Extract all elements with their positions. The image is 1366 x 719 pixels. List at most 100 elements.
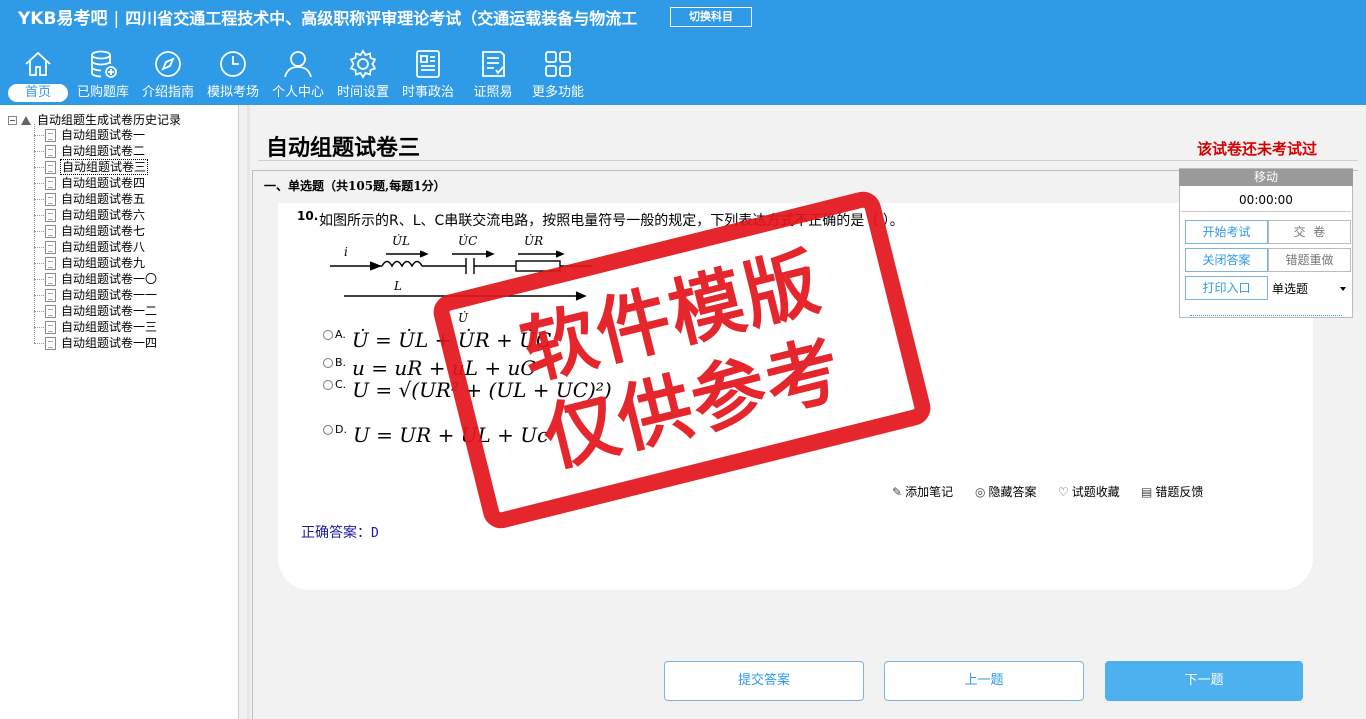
submit-paper-button[interactable]: 交 卷 <box>1268 220 1351 244</box>
question-type-value: 单选题 <box>1272 282 1309 296</box>
tree-item[interactable]: 自动组题试卷五 <box>34 191 146 207</box>
tree-item[interactable]: 自动组题试卷一三 <box>34 319 158 335</box>
tree-item[interactable]: 自动组题试卷九 <box>34 255 146 271</box>
figure-uc-label: U̇C <box>458 233 477 248</box>
tree-item[interactable]: 自动组题试卷六 <box>34 207 146 223</box>
chevron-down-icon <box>1340 287 1346 291</box>
tree-item[interactable]: 自动组题试卷八 <box>34 239 146 255</box>
nav-time-settings-label: 时间设置 <box>336 85 389 100</box>
grid-icon <box>545 51 571 77</box>
redo-wrong-button[interactable]: 错题重做 <box>1268 248 1351 272</box>
tree-connector <box>34 343 44 344</box>
pencil-icon: ✎ <box>892 485 903 499</box>
figure-ul-label: U̇L <box>392 233 410 248</box>
document-icon <box>45 321 56 334</box>
document-icon <box>45 337 56 350</box>
tree-item[interactable]: 自动组题试卷一〇 <box>34 271 158 287</box>
exam-title: 四川省交通工程技术中、高级职称评审理论考试（交通运载装备与物流工 <box>125 9 638 28</box>
nav-mock-exam-label: 模拟考场 <box>206 85 259 100</box>
document-icon <box>45 241 56 254</box>
report-icon: ▤ <box>1141 485 1153 499</box>
nav-personal-center[interactable]: 个人中心 <box>270 48 326 104</box>
option-key: C. <box>335 378 347 391</box>
tree-item[interactable]: 自动组题试卷一一 <box>34 287 158 303</box>
option-radio[interactable] <box>323 425 333 435</box>
document-icon <box>45 193 56 206</box>
correct-answer-label: 正确答案： <box>301 525 371 541</box>
document-icon <box>45 289 56 302</box>
nav-current-affairs-label: 时事政治 <box>401 85 454 100</box>
gear-icon <box>349 49 377 79</box>
certificate-icon <box>482 51 505 77</box>
submit-answer-button[interactable]: 提交答案 <box>664 661 864 701</box>
document-icon <box>45 177 56 190</box>
print-button[interactable]: 打印入口 <box>1185 276 1268 300</box>
tree-connector <box>34 183 44 184</box>
add-note-button[interactable]: ✎ 添加笔记 <box>892 483 953 500</box>
next-question-button[interactable]: 下一题 <box>1105 661 1303 701</box>
tree-connector <box>34 199 44 200</box>
document-icon <box>45 273 56 286</box>
favorite-button[interactable]: ♡ 试题收藏 <box>1058 483 1120 500</box>
option-radio[interactable] <box>323 330 333 340</box>
tree-item-label: 自动组题试卷四 <box>61 176 146 190</box>
correct-answer-value: D <box>371 526 379 541</box>
figure-l-label: L <box>393 279 402 293</box>
nav-certificate[interactable]: 证照易 <box>470 48 516 104</box>
tree-item[interactable]: 自动组题试卷四 <box>34 175 146 191</box>
tree-item-label: 自动组题试卷一〇 <box>61 272 158 286</box>
option-key: A. <box>335 328 346 341</box>
tree-item-label: 自动组题试卷一 <box>61 128 146 142</box>
nav-purchased-bank-label: 已购题库 <box>76 85 129 100</box>
document-icon <box>45 305 56 318</box>
widget-resize-handle[interactable] <box>1190 312 1342 316</box>
paper-title: 自动组题试卷三 <box>266 135 421 161</box>
nav-guide[interactable]: 介绍指南 <box>140 48 196 104</box>
option-radio[interactable] <box>323 358 333 368</box>
tree-connector <box>34 279 44 280</box>
tree-item[interactable]: 自动组题试卷一 <box>34 127 146 143</box>
tree-item-label: 自动组题试卷五 <box>61 192 146 206</box>
nav-mock-exam[interactable]: 模拟考场 <box>205 48 261 104</box>
eye-off-icon: ◎ <box>975 485 986 499</box>
tree-item-label: 自动组题试卷二 <box>61 144 146 158</box>
tree-item-label: 自动组题试卷七 <box>61 224 146 238</box>
close-answer-button[interactable]: 关闭答案 <box>1185 248 1268 272</box>
database-icon <box>91 50 117 78</box>
option-key: B. <box>335 356 347 369</box>
tree-item[interactable]: 自动组题试卷二 <box>34 143 146 159</box>
tree-connector <box>34 247 44 248</box>
feedback-button[interactable]: ▤ 错题反馈 <box>1141 483 1203 500</box>
nav-home-label: 首页 <box>8 84 68 102</box>
tree-connector <box>34 167 44 168</box>
correct-answer: 正确答案：D <box>301 522 379 542</box>
document-icon <box>45 129 56 142</box>
home-icon <box>25 51 51 76</box>
nav-purchased-bank[interactable]: 已购题库 <box>75 48 131 104</box>
add-note-label: 添加笔记 <box>905 485 954 499</box>
prev-question-button[interactable]: 上一题 <box>884 661 1084 701</box>
tree-item[interactable]: 自动组题试卷三 <box>34 159 149 175</box>
tree-item[interactable]: 自动组题试卷七 <box>34 223 146 239</box>
nav-more[interactable]: 更多功能 <box>530 48 586 104</box>
start-exam-button[interactable]: 开始考试 <box>1185 220 1268 244</box>
tree-connector <box>34 151 44 152</box>
question-type-select[interactable]: 单选题 <box>1270 278 1352 300</box>
collapse-icon[interactable]: − <box>8 116 17 125</box>
switch-subject-button[interactable]: 切换科目 <box>670 7 752 27</box>
section-title: 一、单选题（共105题,每题1分） <box>264 179 446 193</box>
hide-answer-button[interactable]: ◎ 隐藏答案 <box>975 483 1037 500</box>
tree-connector <box>34 327 44 328</box>
tree-item-label: 自动组题试卷一一 <box>61 288 158 302</box>
tree-item[interactable]: 自动组题试卷一二 <box>34 303 158 319</box>
tree-item[interactable]: 自动组题试卷一四 <box>34 335 158 351</box>
nav-current-affairs[interactable]: 时事政治 <box>400 48 456 104</box>
tree-connector <box>34 135 44 136</box>
nav-home[interactable]: 首页 <box>8 48 68 104</box>
nav-time-settings[interactable]: 时间设置 <box>335 48 391 104</box>
widget-move-handle[interactable]: 移动 <box>1179 169 1353 186</box>
option-radio[interactable] <box>323 380 333 390</box>
question-number: 10. <box>297 209 319 223</box>
figure-ur-label: U̇R <box>524 233 543 248</box>
user-icon <box>284 51 312 78</box>
